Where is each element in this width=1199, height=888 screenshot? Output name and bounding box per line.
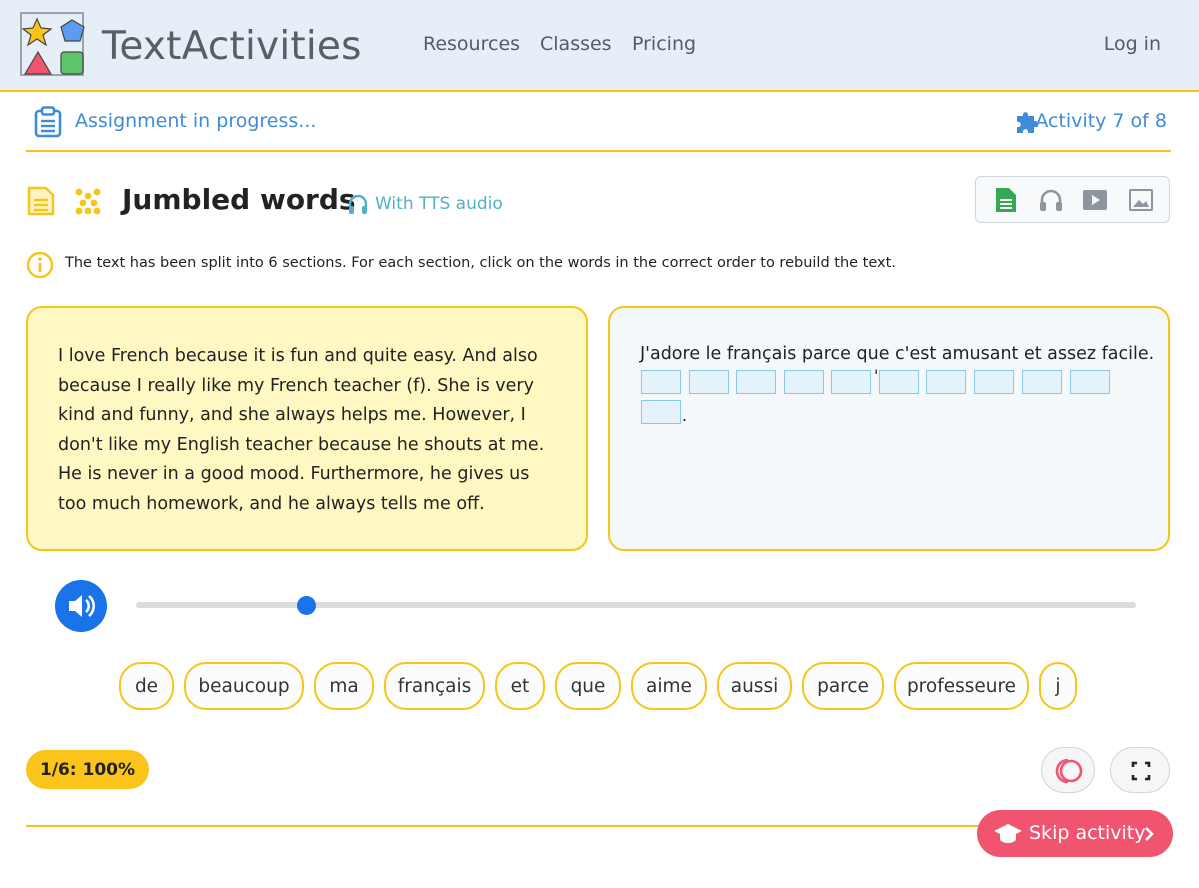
- nav-pricing[interactable]: Pricing: [632, 33, 696, 55]
- top-navbar: TextActivities Resources Classes Pricing…: [0, 0, 1199, 92]
- activity-counter: Activity 7 of 8: [1035, 110, 1167, 132]
- word-chip[interactable]: beaucoup: [184, 662, 304, 710]
- english-text-panel: I love French because it is fun and quit…: [26, 306, 588, 551]
- info-icon: [26, 251, 54, 279]
- audio-mode-headphones-icon[interactable]: [1038, 187, 1064, 217]
- answer-slot[interactable]: [1022, 370, 1062, 394]
- play-audio-button[interactable]: [55, 580, 107, 632]
- answer-slot[interactable]: [736, 370, 776, 394]
- word-chip[interactable]: professeure: [894, 662, 1029, 710]
- mode-toolbar: [975, 176, 1170, 223]
- word-chip[interactable]: parce: [802, 662, 884, 710]
- audio-progress-track[interactable]: [136, 602, 1136, 608]
- skip-activity-label: Skip activity: [1029, 822, 1146, 844]
- answer-slot[interactable]: [831, 370, 871, 394]
- document-icon: [27, 186, 55, 216]
- fullscreen-button[interactable]: [1110, 747, 1170, 793]
- clipboard-icon: [34, 106, 62, 138]
- answer-slot[interactable]: [974, 370, 1014, 394]
- full-stop-mark: .: [682, 406, 688, 425]
- chevron-right-icon: [1145, 827, 1154, 841]
- assignment-status-bar: Assignment in progress... Activity 7 of …: [26, 92, 1171, 152]
- reset-button[interactable]: [1041, 747, 1095, 793]
- audio-progress-thumb[interactable]: [296, 596, 316, 615]
- fullscreen-icon: [1131, 761, 1151, 781]
- video-mode-icon[interactable]: [1082, 187, 1108, 217]
- instructions-text: The text has been split into 6 sections.…: [65, 255, 896, 271]
- english-text: I love French because it is fun and quit…: [58, 346, 545, 514]
- answer-slot[interactable]: [1070, 370, 1110, 394]
- word-chip[interactable]: de: [119, 662, 174, 710]
- answer-slot[interactable]: [689, 370, 729, 394]
- french-answer-panel: J'adore le français parce que c'est amus…: [608, 306, 1170, 551]
- headphones-icon: [348, 194, 368, 214]
- reset-circles-icon: [1055, 758, 1083, 784]
- french-text: J'adore le français parce que c'est amus…: [640, 344, 1155, 364]
- assignment-status-text: Assignment in progress...: [75, 110, 317, 132]
- textactivities-logo-icon[interactable]: [18, 12, 90, 80]
- speaker-icon: [69, 595, 95, 617]
- nav-classes[interactable]: Classes: [540, 33, 612, 55]
- word-chip[interactable]: et: [495, 662, 545, 710]
- activity-title: Jumbled words: [122, 183, 356, 216]
- word-chip[interactable]: aime: [631, 662, 707, 710]
- answer-slot[interactable]: [926, 370, 966, 394]
- word-chip[interactable]: aussi: [717, 662, 792, 710]
- word-chip[interactable]: que: [555, 662, 621, 710]
- apostrophe-mark: ': [874, 366, 879, 385]
- answer-slot[interactable]: [879, 370, 919, 394]
- brand-name[interactable]: TextActivities: [102, 24, 362, 69]
- skip-activity-button[interactable]: Skip activity: [977, 810, 1173, 857]
- word-chip[interactable]: ma: [314, 662, 374, 710]
- answer-slot[interactable]: [641, 370, 681, 394]
- answer-slot[interactable]: [641, 400, 681, 424]
- nav-resources[interactable]: Resources: [423, 33, 520, 55]
- divider-line: [26, 825, 1026, 827]
- score-badge: 1/6: 100%: [26, 750, 149, 789]
- tts-label: With TTS audio: [375, 194, 503, 214]
- graduation-cap-icon: [994, 824, 1022, 843]
- word-chip[interactable]: français: [384, 662, 485, 710]
- text-mode-document-icon[interactable]: [994, 187, 1018, 217]
- login-link[interactable]: Log in: [1104, 33, 1161, 55]
- answer-slot[interactable]: [784, 370, 824, 394]
- image-mode-icon[interactable]: [1128, 187, 1154, 217]
- jumble-dots-icon: [75, 188, 101, 215]
- word-chip[interactable]: j: [1039, 662, 1077, 710]
